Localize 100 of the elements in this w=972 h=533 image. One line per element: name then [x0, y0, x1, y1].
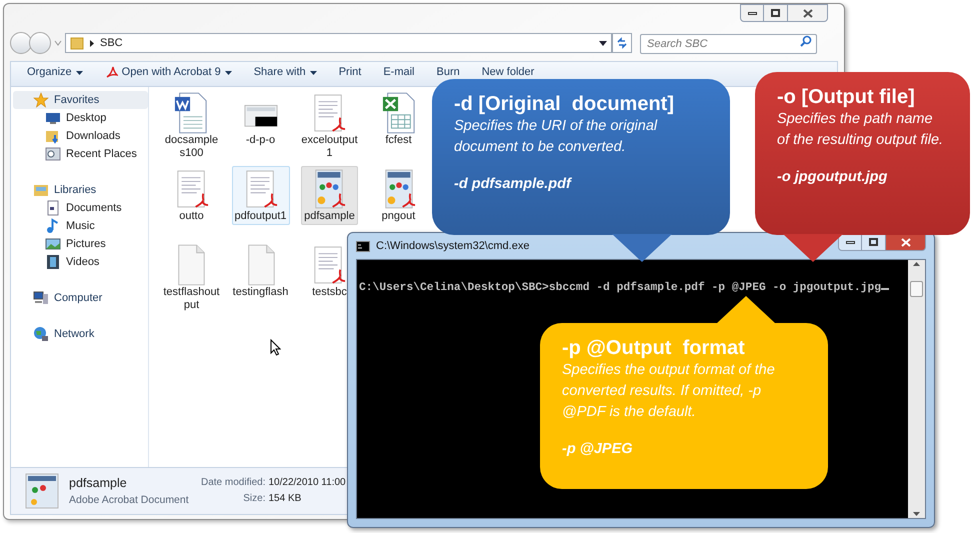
file-item[interactable]: -d-p-o [240, 90, 280, 149]
sidebar-item[interactable]: Videos [13, 253, 148, 271]
file-thumbnail-icon [25, 473, 59, 509]
file-name: put [184, 299, 200, 312]
folder-download-icon [45, 128, 61, 144]
details-label: Size: [242, 492, 266, 506]
word-document-icon [174, 92, 208, 134]
file-item[interactable]: pngout [378, 166, 418, 225]
console-icon [356, 240, 370, 252]
sidebar-item-label: Desktop [66, 110, 106, 126]
window-title: C:\Windows\system32\cmd.exe [376, 238, 530, 254]
scroll-down-icon [913, 512, 920, 516]
sidebar-item[interactable]: Documents [13, 199, 148, 217]
close-button[interactable] [788, 4, 828, 22]
film-icon [45, 254, 61, 270]
details-label: Date modified: [201, 476, 266, 490]
folder-icon [70, 36, 84, 50]
sidebar-item-label: Videos [66, 254, 100, 270]
pdf-document-icon [244, 168, 278, 210]
sidebar-item-label: Recent Places [66, 146, 137, 162]
file-name: -d-p-o [246, 134, 276, 147]
sidebar-item[interactable]: Recent Places [13, 145, 148, 163]
file-name: s100 [180, 147, 204, 160]
file-item[interactable]: testingflash [230, 242, 292, 301]
recent-pages-caret-icon [54, 40, 62, 46]
close-icon [802, 8, 812, 18]
callout-description: Specifies the URI of the original document to be converted. [454, 117, 658, 157]
document-icon [45, 200, 61, 216]
sidebar-item-label: Downloads [66, 128, 120, 144]
sidebar-item-label: Music [66, 218, 95, 234]
file-item[interactable]: outto [172, 166, 212, 225]
file-item[interactable]: pdfoutput1 [232, 166, 290, 225]
dropdown-caret-icon [76, 70, 83, 74]
recent-places-icon [45, 146, 61, 162]
pdf-document-icon [174, 168, 208, 210]
toolbar-button[interactable]: E-mail [383, 66, 414, 79]
sidebar-group-label: Computer [54, 290, 102, 306]
maximize-button[interactable] [764, 4, 788, 22]
minimize-button[interactable] [740, 4, 764, 22]
callout-description: Specifies the output format of the converted results. If omitted, -p @PDF is the default. [562, 361, 776, 422]
file-item[interactable]: exceloutput 1 [298, 90, 361, 162]
callout-title: -p @Output format [562, 336, 746, 360]
music-note-icon [45, 218, 61, 234]
file-name: testingflash [232, 286, 288, 299]
details-file-type: Adobe Acrobat Document [69, 492, 190, 508]
callout-description: Specifies the path name of the resulting output file. [777, 110, 944, 150]
toolbar-button[interactable]: Print [338, 66, 362, 79]
details-value: 154 KB [268, 492, 302, 506]
file-item[interactable]: testflashout put [160, 242, 223, 314]
toolbar-button[interactable]: Burn [436, 66, 460, 79]
file-item[interactable]: pdfsample [301, 166, 358, 225]
toolbar-button[interactable]: Organize [27, 66, 83, 79]
toolbar-button[interactable]: Share with [254, 66, 317, 79]
search-field[interactable]: Search SBC [640, 34, 817, 54]
sidebar-group[interactable]: Network [13, 325, 148, 343]
dropdown-caret-icon [224, 70, 232, 74]
file-name: fcfest [385, 134, 412, 147]
sidebar-item[interactable]: Pictures [13, 235, 148, 253]
picture-icon [45, 236, 61, 252]
file-name: 1 [326, 147, 333, 160]
pdf-document-icon [312, 244, 346, 286]
sidebar-group[interactable]: Computer [13, 289, 148, 307]
callout-example: -o jpgoutput.jpg [777, 168, 888, 187]
dropdown-caret-icon [310, 70, 317, 74]
file-name: testsbc [312, 286, 347, 299]
sidebar-item-label: Pictures [66, 236, 106, 252]
computer-icon [33, 290, 49, 306]
refresh-button[interactable] [612, 33, 632, 53]
file-name: docsample [164, 134, 218, 147]
sidebar-item-label: Documents [66, 200, 122, 216]
search-icon [800, 35, 812, 47]
sidebar-item[interactable]: Downloads [13, 127, 148, 145]
breadcrumb-arrow-icon [90, 40, 94, 46]
scroll-up-icon [913, 262, 920, 266]
scrollbar[interactable] [908, 260, 925, 518]
file-name: exceloutput [301, 134, 358, 147]
sidebar-group-label: Favorites [54, 92, 100, 108]
file-name: pdfoutput1 [234, 210, 286, 223]
scroll-thumb[interactable] [910, 281, 923, 297]
star-icon [33, 92, 49, 108]
toolbar-button[interactable]: New folder [482, 66, 534, 79]
toolbar-button[interactable]: Open with Acrobat 9 [104, 66, 232, 79]
file-item[interactable]: docsample s100 [162, 90, 222, 162]
address-field[interactable]: SBC [65, 33, 612, 53]
globe-network-icon [33, 326, 49, 342]
refresh-icon [616, 37, 628, 49]
callout-example: -p @JPEG [562, 440, 634, 459]
close-icon [900, 238, 910, 246]
sidebar-group[interactable]: Libraries [13, 181, 148, 199]
sidebar-item[interactable]: Desktop [13, 109, 148, 127]
sidebar-group[interactable]: Favorites [13, 91, 148, 109]
details-value: 10/22/2010 11:00 [268, 476, 346, 490]
dropdown-caret-icon[interactable] [599, 40, 607, 46]
file-item[interactable]: fcfest [378, 90, 418, 149]
callout-title: -d [Original document] [454, 92, 675, 116]
details-file-name: pdfsample [69, 474, 128, 492]
file-name: testflashout [163, 286, 220, 299]
sidebar-item[interactable]: Music [13, 217, 148, 235]
command-line: C:\Users\Celina\Desktop\SBC>sbccmd -d pdfsample.pdf -p @JPEG -o jpgoutput.jpg [359, 282, 882, 294]
file-item[interactable]: testsbc [309, 242, 350, 301]
